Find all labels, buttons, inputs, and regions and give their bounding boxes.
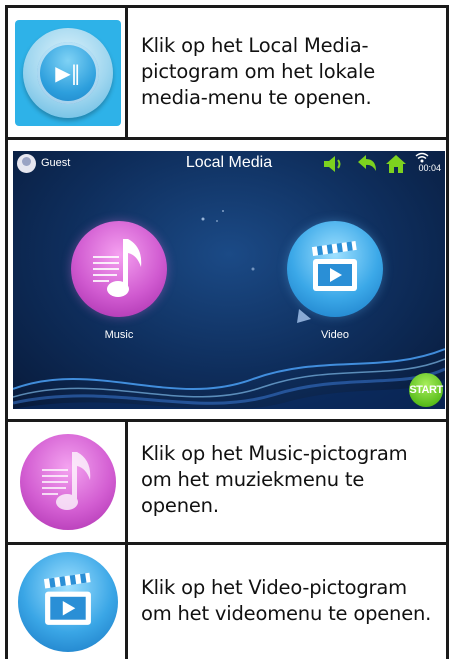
instruction-text: Klik op het Local Media- pictogram om he… <box>141 34 376 109</box>
clock: 00:04 <box>418 163 441 173</box>
instruction-text: Klik op het Video-pictogram om het video… <box>141 576 432 625</box>
wifi-icon <box>415 152 429 163</box>
status-bar: Guest Local Media 00:04 <box>13 151 445 177</box>
row-icon-cell <box>8 422 128 542</box>
home-icon[interactable] <box>385 154 407 174</box>
row-icon-cell: ▶‖ <box>8 8 128 137</box>
video-app-label: Video <box>321 329 349 341</box>
instruction-text: Klik op het Music-pictogram om het muzie… <box>141 442 408 517</box>
music-icon <box>20 434 116 530</box>
video-app-button[interactable] <box>287 221 383 317</box>
clapperboard-icon <box>311 240 357 291</box>
volume-icon[interactable] <box>323 154 345 174</box>
music-app-label: Music <box>104 329 134 341</box>
video-icon <box>18 552 118 652</box>
screen-title: Local Media <box>185 154 273 171</box>
row-icon-cell <box>8 545 128 659</box>
table-border-right <box>446 5 449 659</box>
music-app-button[interactable] <box>71 221 167 317</box>
start-button[interactable]: START <box>409 373 443 407</box>
back-arrow-icon[interactable] <box>356 154 378 174</box>
local-media-icon: ▶‖ <box>15 19 121 126</box>
manual-table: ▶‖ Klik op het Local Media- pictogram om… <box>5 5 449 659</box>
device-screenshot: Guest Local Media 00:04 Music Video STAR… <box>13 151 445 409</box>
music-note-icon <box>93 239 142 297</box>
table-row-divider <box>5 137 449 140</box>
